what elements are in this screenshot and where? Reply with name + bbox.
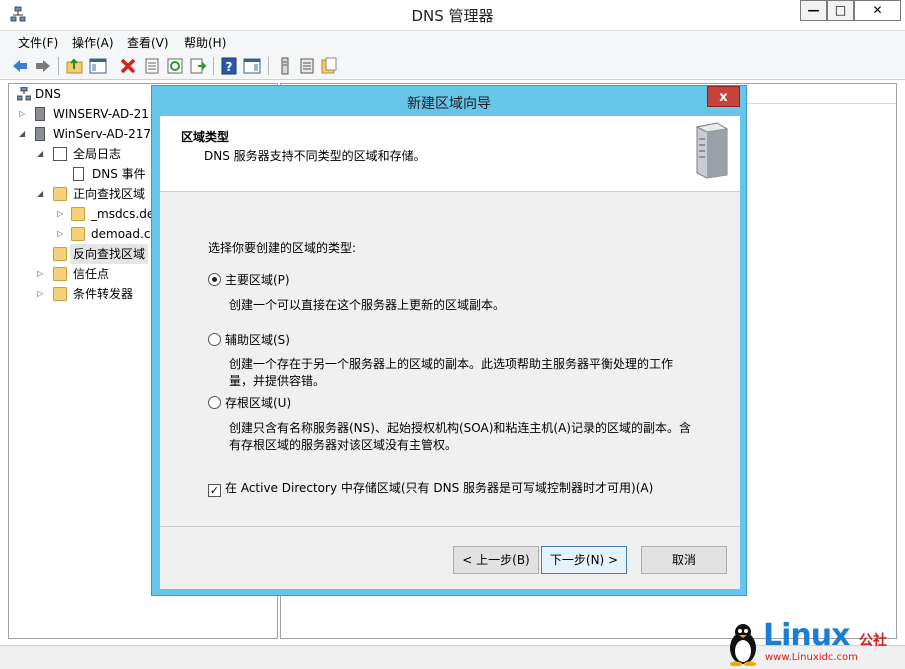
tree-label: 条件转发器 (73, 287, 134, 301)
next-button[interactable]: 下一步(N) > (541, 546, 627, 574)
back-button[interactable]: < 上一步(B) (453, 546, 539, 574)
tree-label: 反向查找区域 (70, 244, 149, 264)
watermark-brand-suffix: 公社 (859, 633, 887, 649)
primary-zone-description: 创建一个可以直接在这个服务器上更新的区域副本。 (229, 298, 506, 312)
store-in-ad-checkbox-row[interactable]: ✓ 在 Active Directory 中存储区域(只有 DNS 服务器是可写域… (208, 480, 654, 497)
radio-secondary-zone[interactable]: 辅助区域(S) (208, 332, 290, 348)
minimize-button[interactable]: — (800, 0, 827, 21)
server-list-icon[interactable] (276, 57, 294, 75)
menu-help[interactable]: 帮助(H) (184, 34, 226, 51)
menu-action[interactable]: 操作(A) (72, 34, 114, 51)
chevron-right-icon[interactable]: ▷ (37, 264, 47, 284)
server-icon (695, 122, 729, 179)
zone-icon (71, 227, 85, 241)
chevron-right-icon[interactable]: ▷ (57, 204, 67, 224)
wizard-header: 区域类型 DNS 服务器支持不同类型的区域和存储。 (160, 116, 740, 192)
zone-type-prompt: 选择你要创建的区域的类型: (208, 241, 357, 255)
export-list-icon[interactable] (189, 57, 207, 75)
radio-label: 主要区域(P) (225, 273, 290, 287)
chevron-right-icon[interactable]: ▷ (57, 224, 67, 244)
close-button[interactable]: ✕ (854, 0, 901, 21)
watermark-url: www.Linuxidc.com (765, 652, 858, 663)
radio-stub-zone[interactable]: 存根区域(U) (208, 395, 291, 411)
dialog-close-button[interactable]: x (707, 86, 740, 107)
tree-label: 正向查找区域 (73, 187, 146, 201)
stub-zone-description: 创建只含有名称服务器(NS)、起始授权机构(SOA)和粘连主机(A)记录的区域的… (229, 421, 691, 452)
store-in-ad-checkbox[interactable]: ✓ (208, 484, 221, 497)
folder-icon (53, 267, 67, 281)
radio-label: 存根区域(U) (225, 396, 292, 410)
server-icon (35, 127, 45, 141)
chevron-down-icon[interactable]: ◢ (37, 184, 47, 204)
zone-icon (71, 207, 85, 221)
menu-bar: 文件(F) 操作(A) 查看(V) 帮助(H) (0, 30, 905, 52)
folder-icon (53, 247, 67, 261)
radio-button[interactable] (208, 333, 221, 346)
tree-label: demoad.c (91, 227, 151, 241)
filter-records-icon[interactable] (298, 57, 316, 75)
refresh-icon[interactable] (166, 57, 184, 75)
wizard-step-description: DNS 服务器支持不同类型的区域和存储。 (204, 149, 426, 163)
back-arrow-icon[interactable] (11, 57, 29, 75)
toolbar-separator (213, 57, 214, 75)
penguin-icon (730, 624, 756, 666)
chevron-down-icon[interactable]: ◢ (19, 124, 29, 144)
chevron-right-icon[interactable]: ▷ (37, 284, 47, 304)
title-bar: DNS 管理器 — □ ✕ (0, 0, 905, 30)
dialog-body: 区域类型 DNS 服务器支持不同类型的区域和存储。 选择你要创建的区域的类型: … (160, 116, 740, 589)
console-tree-icon[interactable] (89, 57, 107, 75)
svg-text:?: ? (226, 60, 233, 74)
radio-primary-zone[interactable]: 主要区域(P) (208, 272, 290, 288)
server-icon (35, 107, 45, 121)
properties-icon[interactable] (143, 57, 161, 75)
new-zone-wizard-dialog: 新建区域向导 x 区域类型 DNS 服务器支持不同类型的区域和存储。 选择你要创… (151, 85, 747, 596)
cancel-button[interactable]: 取消 (641, 546, 727, 574)
tree-label: DNS 事件 (92, 167, 146, 181)
window-title: DNS 管理器 (411, 7, 494, 25)
wizard-step-title: 区域类型 (181, 130, 230, 144)
toolbar-separator (268, 57, 269, 75)
action-pane-icon[interactable] (243, 57, 261, 75)
toolbar: ? (0, 52, 905, 80)
secondary-zone-description: 创建一个存在于另一个服务器上的区域的副本。此选项帮助主服务器平衡处理的工作量，并… (229, 357, 674, 388)
watermark-brand: Linux (763, 618, 850, 653)
checkbox-label: 在 Active Directory 中存储区域(只有 DNS 服务器是可写域控… (225, 481, 654, 495)
tree-label: DNS (35, 87, 61, 101)
folder-icon (53, 287, 67, 301)
button-divider (160, 526, 740, 527)
tree-label: _msdcs.de (91, 207, 155, 221)
folder-icon (53, 187, 67, 201)
tree-label: 信任点 (73, 267, 110, 281)
tree-label: WinServ-AD-217. (53, 127, 155, 141)
event-log-icon (73, 167, 84, 181)
dns-icon (17, 87, 31, 101)
menu-view[interactable]: 查看(V) (127, 34, 169, 51)
radio-button[interactable] (208, 273, 221, 286)
radio-button[interactable] (208, 396, 221, 409)
maximize-button[interactable]: □ (827, 0, 854, 21)
tree-label: WINSERV-AD-21 (53, 107, 149, 121)
dialog-title: 新建区域向导 (407, 96, 491, 112)
chevron-right-icon[interactable]: ▷ (19, 104, 29, 124)
forward-arrow-icon[interactable] (34, 57, 52, 75)
tree-label: 全局日志 (73, 147, 122, 161)
log-icon (53, 147, 67, 161)
radio-label: 辅助区域(S) (225, 333, 290, 347)
chevron-down-icon[interactable]: ◢ (37, 144, 47, 164)
toolbar-separator (58, 57, 59, 75)
linuxidc-watermark: Linux 公社 www.Linuxidc.com (727, 616, 905, 669)
delete-icon[interactable] (119, 57, 137, 75)
menu-file[interactable]: 文件(F) (18, 34, 58, 51)
zone-folder-icon[interactable] (320, 57, 338, 75)
up-folder-icon[interactable] (66, 57, 84, 75)
help-icon[interactable]: ? (220, 57, 238, 75)
